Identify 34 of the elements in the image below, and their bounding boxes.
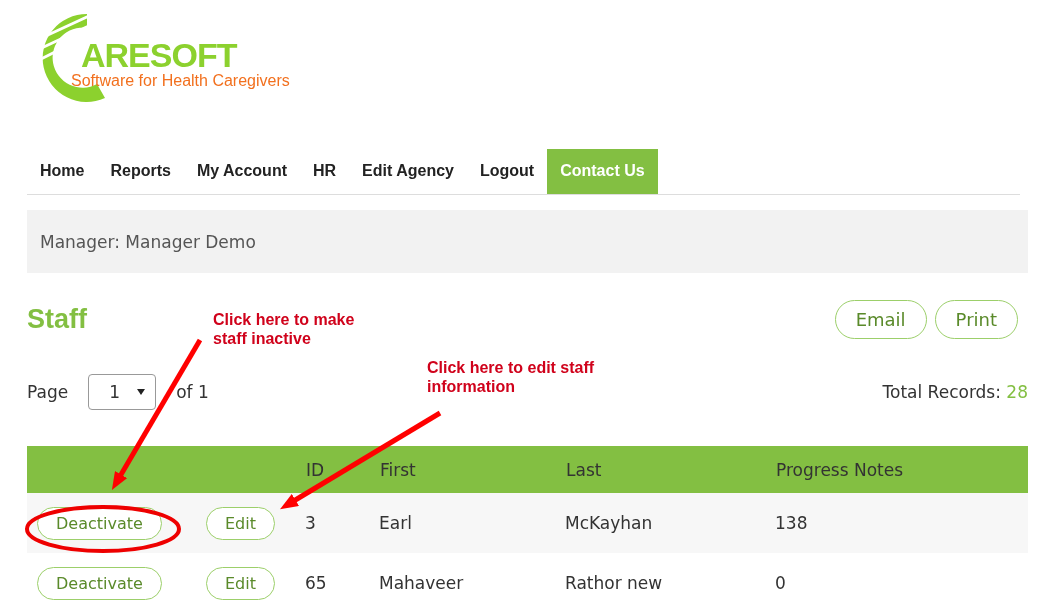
logo-wordmark: ARESOFT bbox=[81, 38, 238, 72]
page-heading: Staff bbox=[27, 304, 87, 335]
column-header: First bbox=[380, 459, 416, 480]
nav-tab[interactable]: Logout bbox=[466, 149, 548, 194]
column-header: ID bbox=[306, 459, 325, 480]
nav-tab[interactable]: HR bbox=[300, 149, 350, 194]
logo-tagline: Software for Health Caregivers bbox=[71, 72, 290, 90]
nav-tab[interactable]: Home bbox=[27, 149, 98, 194]
total-records: Total Records: 28 bbox=[882, 382, 1028, 402]
header-button[interactable]: Print bbox=[934, 300, 1018, 339]
edit-button[interactable]: Edit bbox=[206, 506, 275, 540]
caret-icon bbox=[137, 389, 146, 395]
nav-tab[interactable]: Edit Agency bbox=[349, 149, 467, 194]
page-select[interactable]: 1 bbox=[88, 374, 157, 410]
table-cell: 65 bbox=[305, 573, 327, 593]
nav-tab[interactable]: My Account bbox=[183, 149, 300, 194]
table-cell: 138 bbox=[775, 513, 808, 533]
deactivate-button[interactable]: Deactivate bbox=[37, 566, 162, 600]
table-cell: 3 bbox=[305, 513, 316, 533]
page-label: Page bbox=[27, 382, 69, 402]
header-button[interactable]: Email bbox=[834, 300, 927, 339]
annotation-text: Click here to edit staff information bbox=[427, 358, 596, 396]
table-cell: Earl bbox=[379, 513, 412, 533]
column-header: Last bbox=[566, 459, 602, 480]
table-cell: McKayhan bbox=[565, 513, 653, 533]
edit-button[interactable]: Edit bbox=[206, 566, 275, 600]
table-cell: Mahaveer bbox=[379, 573, 464, 593]
nav-tab[interactable]: Reports bbox=[97, 149, 184, 194]
annotation-text: Click here to make staff inactive bbox=[213, 310, 356, 348]
manager-label: Manager: Manager Demo bbox=[40, 231, 256, 252]
table-cell: Rathor new bbox=[565, 573, 663, 593]
page-count: of 1 bbox=[176, 382, 209, 402]
table-cell: 0 bbox=[775, 573, 786, 593]
column-header: Progress Notes bbox=[776, 459, 904, 480]
